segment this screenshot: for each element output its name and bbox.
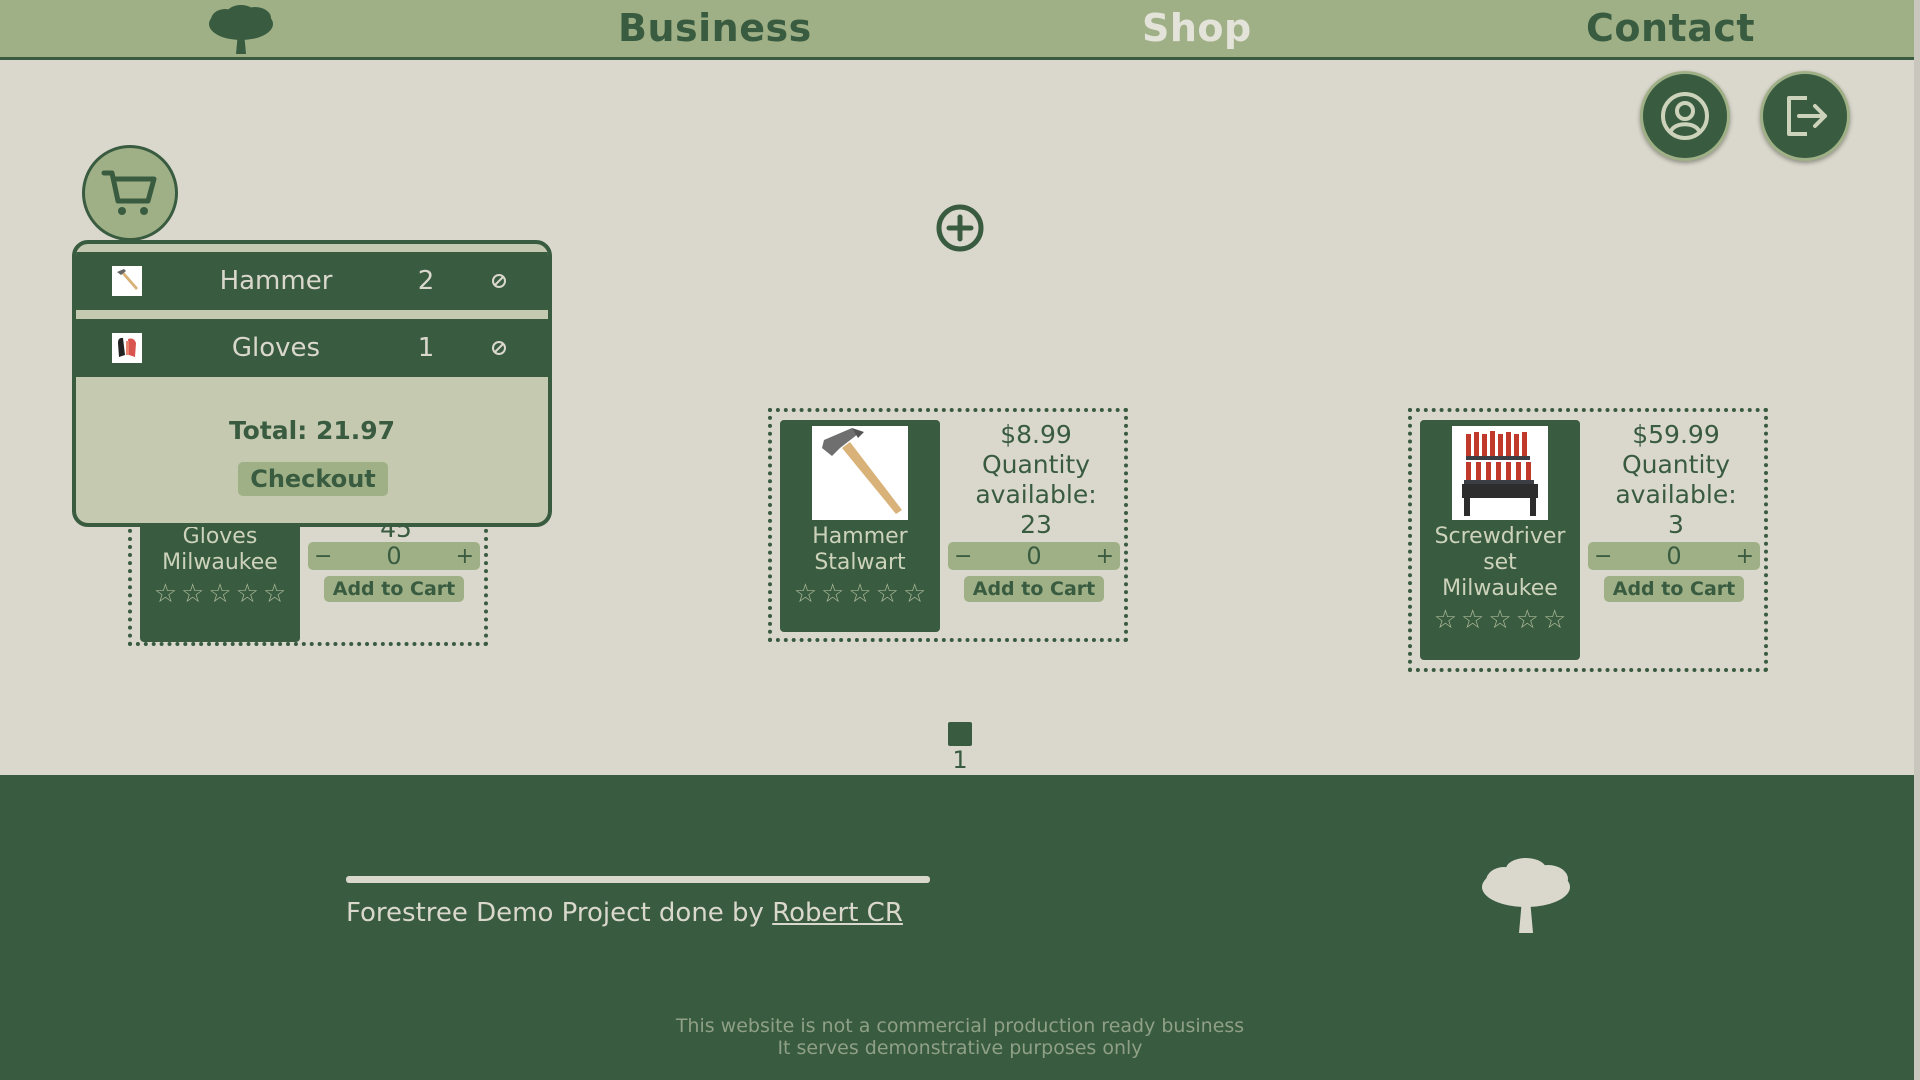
- hammer-image: [822, 428, 902, 514]
- nav-link-shop[interactable]: Shop: [1142, 6, 1252, 50]
- hammer-thumb: [112, 266, 142, 296]
- decrement-button[interactable]: −: [1594, 544, 1612, 569]
- quantity-label: Quantity available:: [1615, 450, 1737, 509]
- product-quantity: 3: [1668, 510, 1684, 539]
- star-icon[interactable]: ☆: [1543, 606, 1566, 634]
- cart-button[interactable]: [82, 145, 178, 241]
- star-rating[interactable]: ☆ ☆ ☆ ☆ ☆: [794, 580, 927, 608]
- scrollbar[interactable]: [1914, 0, 1920, 1080]
- cart-item-name: Gloves: [231, 333, 321, 363]
- star-icon[interactable]: ☆: [876, 580, 899, 608]
- increment-button[interactable]: +: [1736, 544, 1754, 569]
- star-icon[interactable]: ☆: [1488, 606, 1511, 634]
- star-icon[interactable]: ☆: [236, 580, 259, 608]
- author-link[interactable]: Robert CR: [772, 898, 903, 928]
- logout-button[interactable]: [1760, 71, 1850, 161]
- star-icon[interactable]: ☆: [903, 580, 926, 608]
- star-icon[interactable]: ☆: [154, 580, 177, 608]
- product-card: Screwdriver set Milwaukee ☆ ☆ ☆ ☆ ☆ $59.…: [1408, 408, 1768, 672]
- increment-button[interactable]: +: [1096, 544, 1114, 569]
- star-icon[interactable]: ☆: [1434, 606, 1457, 634]
- disclaimer-line: It serves demonstrative purposes only: [777, 1037, 1143, 1059]
- divider: [76, 310, 548, 319]
- product-tile[interactable]: Hammer Stalwart ☆ ☆ ☆ ☆ ☆: [780, 420, 940, 632]
- disclaimer-line: This website is not a commercial product…: [675, 1015, 1245, 1037]
- tree-icon[interactable]: [205, 4, 277, 56]
- credit-text: Forestree Demo Project done by: [346, 898, 773, 928]
- star-icon[interactable]: ☆: [848, 580, 871, 608]
- quantity-value[interactable]: 0: [1026, 542, 1041, 570]
- profile-button[interactable]: [1640, 71, 1730, 161]
- star-icon[interactable]: ☆: [263, 580, 286, 608]
- product-tile[interactable]: Screwdriver set Milwaukee ☆ ☆ ☆ ☆ ☆: [1420, 420, 1580, 660]
- logout-icon: [1787, 96, 1827, 136]
- top-nav-bar: Business Shop Contact: [0, 0, 1920, 60]
- star-rating[interactable]: ☆ ☆ ☆ ☆ ☆: [1434, 606, 1567, 634]
- star-icon[interactable]: ☆: [208, 580, 231, 608]
- cart-item-qty: 1: [417, 333, 435, 363]
- quantity-stepper[interactable]: − 0 +: [948, 542, 1120, 570]
- remove-icon[interactable]: [490, 272, 508, 290]
- cart-total: Total: 21.97: [228, 416, 396, 445]
- remove-icon[interactable]: [490, 339, 508, 357]
- product-info: $59.99 Quantity available: 3: [1588, 420, 1764, 540]
- cart-item-qty: 2: [417, 266, 435, 296]
- product-price: $8.99: [1000, 420, 1072, 449]
- user-circle-icon: [1661, 92, 1709, 140]
- cart-item: Hammer 2: [76, 252, 548, 310]
- star-rating[interactable]: ☆ ☆ ☆ ☆ ☆: [154, 580, 287, 608]
- product-info: $8.99 Quantity available: 23: [948, 420, 1124, 540]
- checkout-button[interactable]: Checkout: [238, 462, 388, 496]
- nav-link-business[interactable]: Business: [618, 6, 812, 50]
- screwdriver-set-image: [1462, 431, 1538, 516]
- cart-icon: [101, 170, 157, 215]
- cart-item: Gloves 1: [76, 319, 548, 377]
- product-price: $59.99: [1632, 420, 1720, 449]
- increment-button[interactable]: +: [456, 544, 474, 569]
- quantity-stepper[interactable]: − 0 +: [308, 542, 480, 570]
- disclaimer: This website is not a commercial product…: [0, 1015, 1920, 1059]
- divider: [346, 876, 930, 883]
- product-name: Hammer Stalwart: [812, 524, 908, 575]
- decrement-button[interactable]: −: [954, 544, 972, 569]
- decrement-button[interactable]: −: [314, 544, 332, 569]
- star-icon[interactable]: ☆: [181, 580, 204, 608]
- product-name: Gloves Milwaukee: [162, 524, 278, 575]
- footer-credit: Forestree Demo Project done by Robert CR: [346, 898, 903, 928]
- page-indicator[interactable]: [948, 722, 972, 746]
- product-name: Screwdriver set Milwaukee: [1434, 524, 1566, 601]
- product-card: Hammer Stalwart ☆ ☆ ☆ ☆ ☆ $8.99 Quantity…: [768, 408, 1128, 642]
- page-number[interactable]: 1: [940, 746, 980, 774]
- star-icon[interactable]: ☆: [821, 580, 844, 608]
- quantity-stepper[interactable]: − 0 +: [1588, 542, 1760, 570]
- quantity-value[interactable]: 0: [386, 542, 401, 570]
- add-to-cart-button[interactable]: Add to Cart: [964, 576, 1104, 602]
- product-quantity: 23: [1020, 510, 1052, 539]
- product-image: [812, 426, 908, 520]
- add-to-cart-button[interactable]: Add to Cart: [1604, 576, 1744, 602]
- cart-item-name: Hammer: [219, 266, 333, 296]
- gloves-thumb: [112, 333, 142, 363]
- star-icon[interactable]: ☆: [1461, 606, 1484, 634]
- quantity-label: Quantity available:: [975, 450, 1097, 509]
- nav-link-contact[interactable]: Contact: [1586, 6, 1755, 50]
- footer: Forestree Demo Project done by Robert CR…: [0, 775, 1920, 1080]
- cart-popup: Hammer 2 Gloves 1 Total: 21.97 Checkout: [72, 240, 552, 527]
- product-image: [1452, 426, 1548, 520]
- tree-icon: [1482, 858, 1570, 933]
- star-icon[interactable]: ☆: [1516, 606, 1539, 634]
- quantity-value[interactable]: 0: [1666, 542, 1681, 570]
- add-to-cart-button[interactable]: Add to Cart: [324, 576, 464, 602]
- plus-circle-icon[interactable]: [935, 203, 985, 253]
- star-icon[interactable]: ☆: [794, 580, 817, 608]
